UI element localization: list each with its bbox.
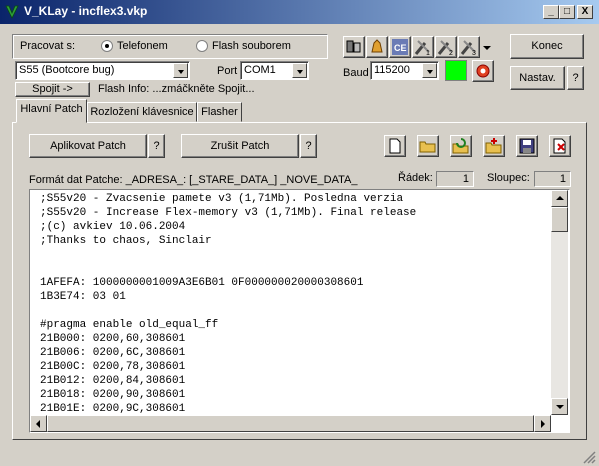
- save-icon[interactable]: [516, 135, 538, 157]
- radio-flash-label[interactable]: Flash souborem: [212, 40, 291, 52]
- baud-select[interactable]: 115200: [370, 61, 439, 80]
- window-title: V_KLay - incflex3.vkp: [24, 4, 148, 18]
- baud-value: 115200: [374, 64, 410, 76]
- folder-add-icon[interactable]: [483, 135, 505, 157]
- radio-phone[interactable]: [101, 40, 113, 52]
- scroll-right-button[interactable]: [534, 415, 551, 432]
- flash-info-text: Flash Info: ...zmáčkněte Spojit...: [98, 83, 255, 95]
- editor-line: ;S55v20 - Zvacsenie pamete v3 (1,71Mb). …: [40, 193, 404, 205]
- row-label: Řádek:: [398, 172, 433, 184]
- horizontal-scroll-thumb[interactable]: [47, 415, 534, 432]
- radio-flash[interactable]: [196, 40, 208, 52]
- settings-help-button[interactable]: ?: [567, 66, 584, 90]
- ce-icon[interactable]: CE: [389, 36, 411, 58]
- radio-phone-label[interactable]: Telefonem: [117, 40, 168, 52]
- tools-3-icon[interactable]: 3: [458, 36, 480, 58]
- tools-dropdown-arrow[interactable]: [481, 36, 493, 58]
- column-value: 1: [534, 171, 571, 187]
- apply-patch-help-button[interactable]: ?: [148, 134, 165, 158]
- settings-button[interactable]: Nastav.: [510, 66, 565, 90]
- editor-line: #pragma enable old_equal_ff: [40, 319, 219, 331]
- editor-line: 21B012: 0200,84,308601: [40, 375, 186, 387]
- row-value: 1: [436, 171, 474, 187]
- editor-line: 21B00C: 0200,78,308601: [40, 361, 186, 373]
- svg-text:2: 2: [449, 50, 453, 57]
- app-icon: [5, 5, 19, 19]
- apply-patch-button[interactable]: Aplikovat Patch: [29, 134, 147, 158]
- baud-label: Baud: [343, 67, 369, 79]
- tab-main-patch[interactable]: Hlavní Patch: [16, 99, 87, 123]
- vertical-scroll-thumb[interactable]: [551, 207, 568, 232]
- svg-text:CE: CE: [394, 43, 407, 53]
- phone-icon[interactable]: [343, 36, 365, 58]
- editor-line: 21B01E: 0200,9C,308601: [40, 403, 186, 415]
- cancel-patch-button[interactable]: Zrušit Patch: [181, 134, 299, 158]
- scroll-up-button[interactable]: [551, 190, 568, 207]
- patch-editor[interactable]: ;S55v20 - Zvacsenie pamete v3 (1,71Mb). …: [29, 189, 570, 433]
- minimize-button[interactable]: _: [543, 5, 559, 19]
- svg-text:3: 3: [472, 50, 476, 57]
- phone-model-value: S55 (Bootcore bug): [19, 64, 115, 76]
- tools-1-icon[interactable]: 1: [412, 36, 434, 58]
- tab-keyboard-layout[interactable]: Rozložení klávesnice: [87, 102, 197, 122]
- scroll-down-button[interactable]: [551, 398, 568, 415]
- chevron-down-icon[interactable]: [422, 63, 437, 78]
- phone-model-select[interactable]: S55 (Bootcore bug): [15, 61, 190, 80]
- tab-flasher[interactable]: Flasher: [197, 102, 242, 122]
- bell-icon[interactable]: [366, 36, 388, 58]
- cancel-patch-help-button[interactable]: ?: [300, 134, 317, 158]
- end-button[interactable]: Konec: [510, 34, 584, 59]
- vertical-scrollbar[interactable]: [551, 190, 568, 415]
- port-label: Port: [217, 65, 238, 77]
- column-label: Sloupec:: [487, 172, 530, 184]
- horizontal-scrollbar[interactable]: [30, 415, 551, 432]
- maximize-button[interactable]: □: [559, 5, 575, 19]
- editor-line: 1B3E74: 03 01: [40, 291, 126, 303]
- tools-2-icon[interactable]: 2: [435, 36, 457, 58]
- open-folder-icon[interactable]: [417, 135, 439, 157]
- close-button[interactable]: X: [577, 5, 593, 19]
- editor-line: 21B018: 0200,90,308601: [40, 389, 186, 401]
- reload-icon[interactable]: [450, 135, 472, 157]
- editor-line: 21B006: 0200,6C,308601: [40, 347, 186, 359]
- editor-line: 21B000: 0200,60,308601: [40, 333, 186, 345]
- editor-line: ;(c) avkiev 10.06.2004: [40, 221, 186, 233]
- work-with-label: Pracovat s:: [20, 40, 76, 52]
- svg-text:1: 1: [426, 50, 430, 57]
- port-select[interactable]: COM1: [240, 61, 309, 80]
- chevron-down-icon[interactable]: [173, 63, 188, 78]
- format-label: Formát dat Patche: _ADRESA_: [_STARE_DAT…: [29, 174, 358, 186]
- editor-line: ;Thanks to chaos, Sinclair: [40, 235, 212, 247]
- delete-icon[interactable]: [549, 135, 571, 157]
- connect-button[interactable]: Spojit ->: [15, 82, 90, 97]
- settings-gear-icon[interactable]: [472, 60, 494, 82]
- scroll-left-button[interactable]: [30, 415, 47, 432]
- editor-line: ;S55v20 - Increase Flex-memory v3 (1,71M…: [40, 207, 417, 219]
- chevron-down-icon[interactable]: [292, 63, 307, 78]
- new-file-icon[interactable]: [384, 135, 406, 157]
- resize-grip-icon[interactable]: [582, 450, 596, 464]
- status-indicator: [445, 60, 467, 81]
- editor-line: 1AFEFA: 1000000001009A3E6B01 0F000000020…: [40, 277, 364, 289]
- port-value: COM1: [244, 64, 276, 76]
